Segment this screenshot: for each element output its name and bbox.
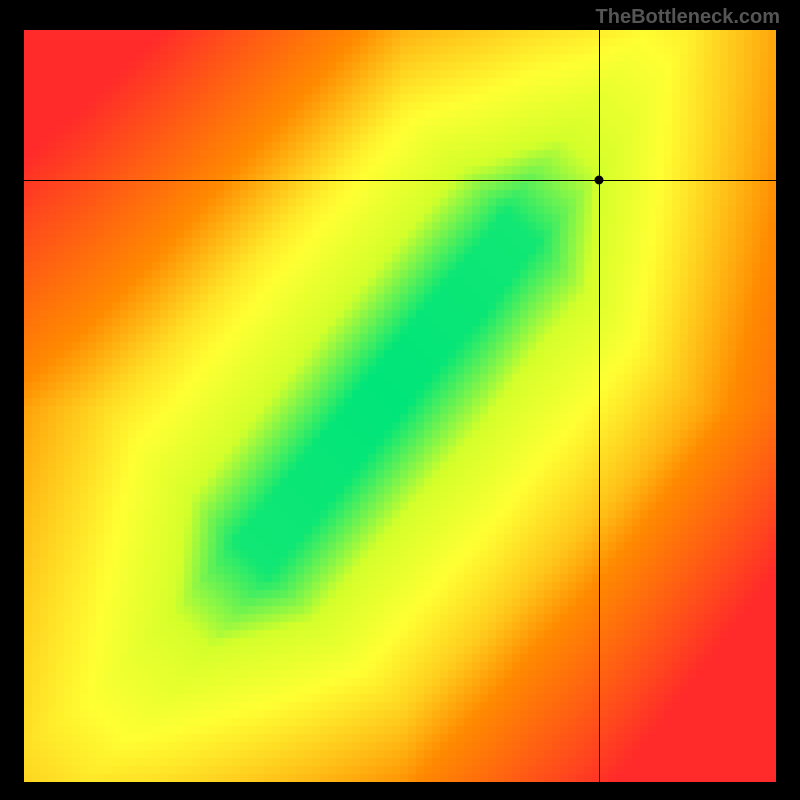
crosshair-vertical [599, 30, 600, 782]
crosshair-point [595, 176, 604, 185]
bottleneck-heatmap [24, 30, 776, 782]
crosshair-horizontal [24, 180, 776, 181]
watermark-text: TheBottleneck.com [596, 6, 780, 29]
chart-container: TheBottleneck.com [0, 0, 800, 800]
